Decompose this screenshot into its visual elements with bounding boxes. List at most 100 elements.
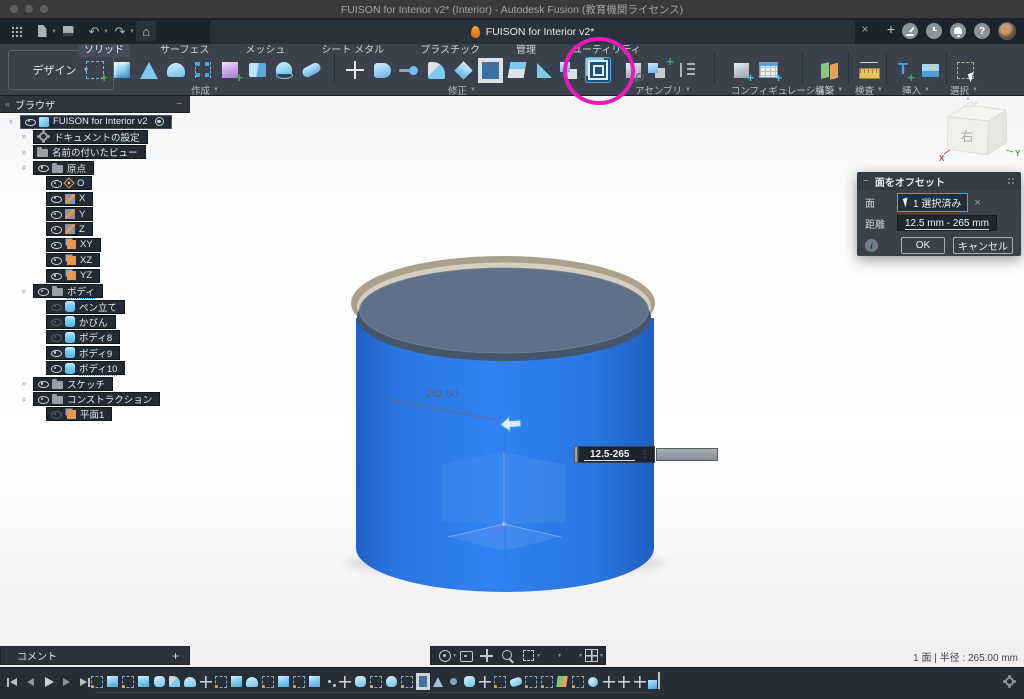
collapse-node-icon[interactable]: »: [20, 163, 29, 173]
cylinder-primitive-button[interactable]: [298, 57, 324, 83]
minimize-window-button[interactable]: [25, 5, 33, 13]
zoom-tool-icon[interactable]: [501, 649, 514, 662]
visibility-on-icon[interactable]: [50, 256, 61, 265]
ribbon-tab-管理[interactable]: 管理: [510, 44, 542, 57]
dialog-collapse-icon[interactable]: −: [863, 176, 869, 187]
clear-selection-button[interactable]: ×: [974, 197, 980, 209]
home-button[interactable]: [136, 21, 156, 41]
offset-value-field[interactable]: 12.5-265 ⋮: [578, 446, 655, 463]
offset-face-button[interactable]: [585, 57, 611, 83]
document-tab[interactable]: FUISON for Interior v2*: [210, 20, 855, 44]
info-icon[interactable]: i: [865, 239, 878, 252]
move-button[interactable]: [342, 57, 368, 83]
visibility-off-icon[interactable]: [50, 333, 61, 342]
fillet-button[interactable]: [423, 57, 449, 83]
timeline-feature-move-7[interactable]: [199, 674, 213, 689]
ribbon-tab-シート メタル[interactable]: シート メタル: [315, 44, 390, 57]
measure-button[interactable]: [856, 57, 882, 83]
timeline-feature-move-35[interactable]: [633, 674, 647, 689]
timeline-feature-extrude-3[interactable]: [137, 674, 151, 689]
timeline-feature-sketch-20[interactable]: [400, 674, 414, 689]
timeline-feature-point-15[interactable]: [323, 674, 337, 689]
notifications-icon[interactable]: [950, 23, 966, 39]
playback-prev-button[interactable]: [24, 676, 37, 689]
visibility-on-icon[interactable]: [50, 210, 61, 219]
tree-item-Y[interactable]: Y: [46, 207, 93, 221]
visibility-on-icon[interactable]: [50, 240, 61, 249]
viewcube[interactable]: 右 後 Z X Y: [939, 96, 1021, 163]
tree-item-ボディ10[interactable]: ボディ10: [46, 361, 125, 375]
timeline-feature-sketch-26[interactable]: [493, 674, 507, 689]
ribbon-tab-プラスチック[interactable]: プラスチック: [414, 44, 486, 57]
select-button[interactable]: [952, 57, 978, 83]
timeline-feature-sketch-2[interactable]: [121, 674, 135, 689]
new-component-button[interactable]: [620, 57, 646, 83]
chamfer-button[interactable]: [450, 57, 476, 83]
timeline-feature-revolve-6[interactable]: [183, 674, 197, 689]
loft-button[interactable]: [163, 57, 189, 83]
visibility-on-icon[interactable]: [37, 163, 48, 172]
ok-button[interactable]: OK: [901, 237, 945, 254]
tree-item-スケッチ[interactable]: スケッチ: [33, 377, 113, 391]
help-icon[interactable]: [974, 23, 990, 39]
timeline-feature-sweep-27[interactable]: [509, 674, 523, 689]
ribbon-tab-サーフェス[interactable]: サーフェス: [154, 44, 215, 57]
expand-node-icon[interactable]: »: [19, 132, 29, 141]
tree-item-ボディ8[interactable]: ボディ8: [46, 330, 120, 344]
group-dropdown-検査[interactable]: 検査▼: [855, 83, 883, 97]
timeline-feature-extrude-1[interactable]: [106, 674, 120, 689]
revolve-button[interactable]: [271, 57, 297, 83]
selected-top-face[interactable]: [360, 268, 649, 353]
tree-item-XZ[interactable]: XZ: [46, 253, 100, 267]
tree-item-ボディ[interactable]: ボディ: [33, 284, 103, 298]
press-pull-button[interactable]: [369, 57, 395, 83]
visibility-off-icon[interactable]: [50, 410, 61, 419]
tree-item-X[interactable]: X: [46, 192, 93, 206]
align-button[interactable]: [558, 57, 584, 83]
timeline-feature-move-33[interactable]: [602, 674, 616, 689]
collapse-node-icon[interactable]: »: [7, 117, 16, 127]
tree-item-ドキュメントの設定[interactable]: ドキュメントの設定: [33, 130, 148, 144]
tree-item-平面1[interactable]: 平面1: [46, 407, 112, 421]
viewport[interactable]: 252.50 右 後 Z X Y «: [0, 96, 1024, 667]
playback-next-button[interactable]: [60, 676, 73, 689]
display-settings-tool-icon[interactable]: ▼: [543, 649, 556, 662]
timeline-feature-sketch-13[interactable]: [292, 674, 306, 689]
timeline-feature-revolve-10[interactable]: [245, 674, 259, 689]
zoom-window-button[interactable]: [40, 5, 48, 13]
ribbon-tab-ソリッド[interactable]: ソリッド: [78, 44, 130, 57]
tree-item-原点[interactable]: 原点: [33, 161, 94, 175]
timeline-feature-fillet-5[interactable]: [168, 674, 182, 689]
visibility-on-icon[interactable]: [50, 348, 61, 357]
close-window-button[interactable]: [10, 5, 18, 13]
undo-button[interactable]: ▼: [84, 21, 104, 41]
visibility-on-icon[interactable]: [50, 364, 61, 373]
collapse-panel-icon[interactable]: «: [0, 99, 15, 109]
offset-slider-handle[interactable]: [656, 448, 718, 461]
ribbon-tab-メッシュ[interactable]: メッシュ: [239, 44, 291, 57]
playback-play-button[interactable]: [42, 676, 55, 689]
timeline-feature-move-34[interactable]: [617, 674, 631, 689]
timeline-feature-extrude-9[interactable]: [230, 674, 244, 689]
configuration-table-button[interactable]: [755, 57, 781, 83]
box-primitive-button[interactable]: [217, 57, 243, 83]
add-comment-button[interactable]: +: [172, 649, 189, 663]
timeline-feature-move-25[interactable]: [478, 674, 492, 689]
tree-item-XY[interactable]: XY: [46, 238, 101, 252]
timeline-feature-form-19[interactable]: [385, 674, 399, 689]
shell-button[interactable]: [477, 57, 503, 83]
grid-layout-tool-icon[interactable]: ▼: [564, 649, 577, 662]
playback-first-button[interactable]: [6, 676, 19, 689]
tree-item-かびん[interactable]: かびん: [46, 315, 116, 329]
split-body-button[interactable]: [504, 57, 530, 83]
construct-plane-button[interactable]: [816, 57, 842, 83]
timeline-feature-plane-30[interactable]: [555, 674, 569, 689]
activate-component-radio[interactable]: [155, 117, 164, 126]
save-button[interactable]: [58, 21, 78, 41]
comments-bar[interactable]: コメント +: [0, 646, 190, 665]
timeline-feature-sketch-31[interactable]: [571, 674, 585, 689]
group-dropdown-アセンブリ[interactable]: アセンブリ▼: [635, 83, 691, 97]
new-tab-button[interactable]: +: [884, 21, 898, 37]
timeline-feature-cone-22[interactable]: [431, 674, 445, 689]
group-dropdown-挿入[interactable]: 挿入▼: [902, 83, 930, 97]
